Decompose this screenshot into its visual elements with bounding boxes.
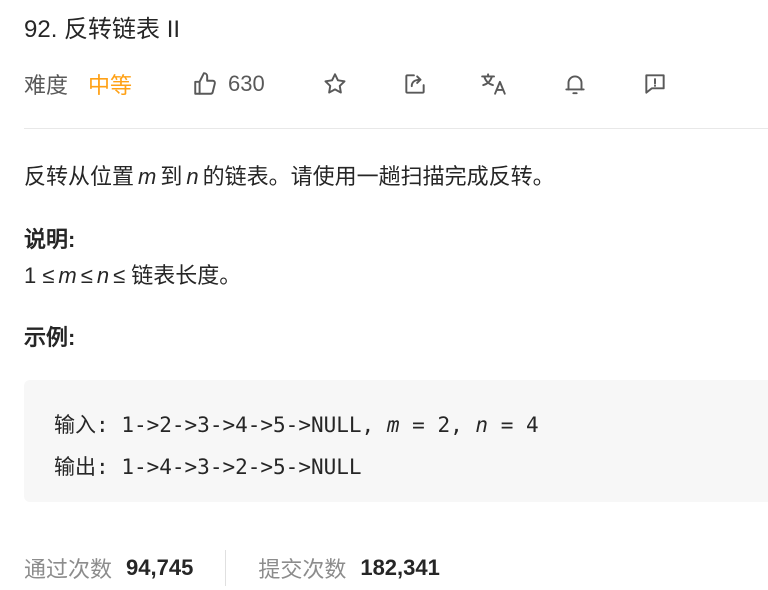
input-label: 输入: — [54, 413, 109, 437]
share-icon — [402, 71, 428, 97]
like-button[interactable]: 630 — [192, 64, 265, 104]
input-n-value: = 4 — [500, 413, 539, 437]
stats-divider — [225, 550, 227, 586]
variable-n: n — [186, 164, 199, 189]
description-text: 到 — [160, 164, 183, 189]
output-value: 1->4->3->2->5->NULL — [121, 455, 362, 479]
accepted-count: 94,745 — [126, 555, 194, 580]
difficulty-badge: 中等 — [88, 73, 133, 98]
problem-page: 92. 反转链表 II 难度 中等 630 反转从位置 m 到 n 的链表。请使… — [0, 0, 768, 590]
example-code-block: 输入: 1->2->3->4->5->NULL, m = 2, n = 4 输出… — [24, 380, 768, 502]
output-label: 输出: — [54, 455, 109, 479]
input-var-m: m — [386, 413, 400, 437]
header-divider — [24, 128, 768, 129]
subscribe-button[interactable] — [562, 64, 588, 104]
input-value: 1->2->3->4->5->NULL, — [121, 413, 375, 437]
like-count: 630 — [228, 71, 265, 96]
note-heading: 说明: — [24, 227, 76, 252]
share-button[interactable] — [402, 64, 428, 104]
note-suffix: ≤ 链表长度。 — [113, 263, 242, 288]
input-var-n: n — [475, 413, 489, 437]
accepted-label: 通过次数 — [24, 557, 113, 582]
note-text: 1 ≤ m ≤ n ≤ 链表长度。 — [24, 258, 241, 294]
variable-m: m — [58, 263, 77, 288]
note-prefix: 1 ≤ — [24, 263, 55, 288]
favorite-button[interactable] — [322, 64, 348, 104]
star-icon — [322, 71, 348, 97]
example-output-line: 输出: 1->4->3->2->5->NULL — [54, 446, 768, 488]
submissions-count: 182,341 — [360, 555, 440, 580]
translate-button[interactable] — [480, 64, 508, 104]
description-text: 反转从位置 — [24, 164, 135, 189]
variable-m: m — [138, 164, 157, 189]
description-text: 的链表。请使用一趟扫描完成反转。 — [202, 164, 555, 189]
problem-description: 反转从位置 m 到 n 的链表。请使用一趟扫描完成反转。 — [24, 158, 555, 196]
feedback-button[interactable] — [642, 64, 668, 104]
submissions-label: 提交次数 — [258, 557, 347, 582]
translate-icon — [480, 71, 508, 97]
example-input-line: 输入: 1->2->3->4->5->NULL, m = 2, n = 4 — [54, 404, 768, 446]
example-heading: 示例: — [24, 325, 76, 350]
difficulty-label: 难度 — [24, 73, 69, 98]
note-middle: ≤ — [80, 263, 93, 288]
problem-meta-bar: 难度 中等 630 — [24, 64, 768, 104]
input-m-value: = 2, — [412, 413, 463, 437]
variable-n: n — [96, 263, 110, 288]
problem-title: 92. 反转链表 II — [24, 16, 181, 43]
feedback-icon — [642, 71, 668, 97]
bell-icon — [562, 71, 588, 97]
thumbs-up-icon — [192, 71, 218, 97]
submission-stats: 通过次数 94,745 提交次数 182,341 — [24, 548, 440, 588]
